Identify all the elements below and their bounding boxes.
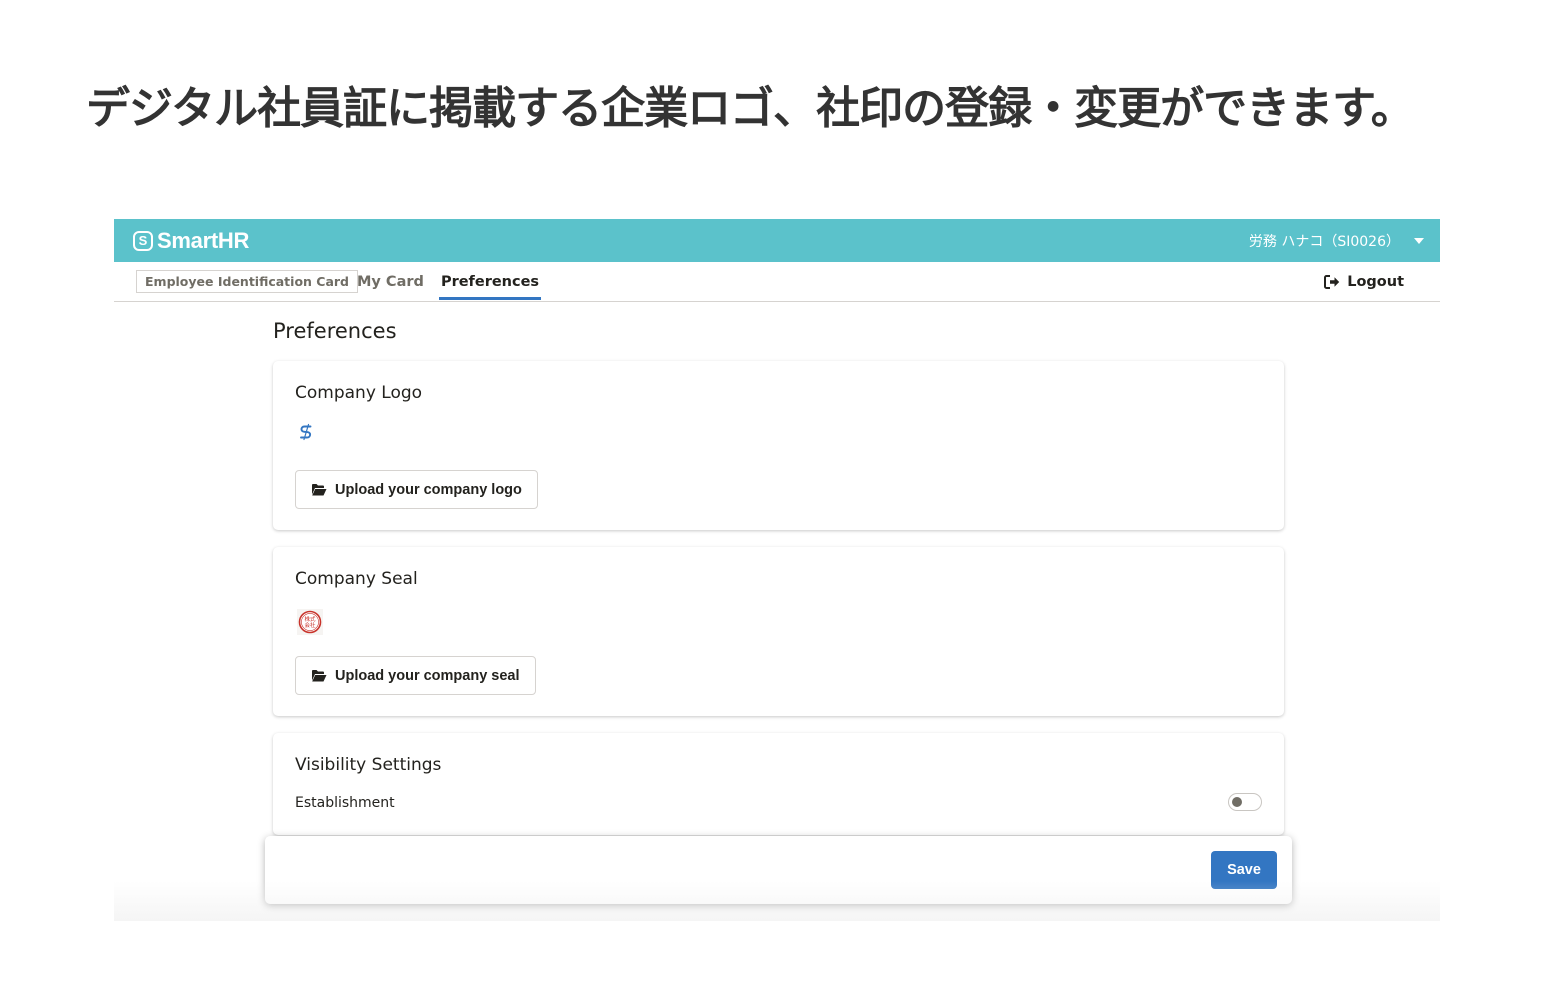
brand-logo[interactable]: S SmartHR — [133, 228, 249, 254]
logout-label: Logout — [1347, 274, 1404, 290]
seal-text-bottom: 会社 — [304, 621, 316, 629]
upload-seal-label: Upload your company seal — [335, 667, 520, 684]
upload-seal-button[interactable]: Upload your company seal — [295, 656, 536, 695]
company-logo-thumbnail — [297, 423, 315, 445]
company-logo-icon — [300, 423, 312, 441]
company-seal-icon: 株式 会社 — [297, 609, 323, 635]
upload-logo-label: Upload your company logo — [335, 481, 522, 498]
visibility-settings-panel: Visibility Settings Establishment — [273, 733, 1284, 835]
user-name: 労務 ハナコ（SI0026） — [1248, 233, 1400, 250]
visibility-settings-title: Visibility Settings — [295, 755, 442, 775]
company-seal-title: Company Seal — [295, 569, 418, 589]
company-seal-panel: Company Seal 株式 会社 Upload your company s… — [273, 547, 1284, 716]
establishment-toggle[interactable] — [1228, 793, 1262, 811]
logout-button[interactable]: Logout — [1324, 262, 1404, 302]
upload-logo-button[interactable]: Upload your company logo — [295, 470, 538, 509]
page-title: Preferences — [273, 319, 397, 343]
smarthr-logo-icon: S — [133, 230, 153, 251]
save-footer-bar: Save — [265, 836, 1292, 904]
folder-open-icon — [312, 484, 327, 496]
company-logo-panel: Company Logo Upload your company logo — [273, 361, 1284, 530]
tab-preferences[interactable]: Preferences — [439, 262, 541, 302]
user-menu[interactable]: 労務 ハナコ（SI0026） — [1249, 231, 1424, 251]
seal-text-top: 株式 — [304, 615, 316, 623]
brand-name: SmartHR — [157, 227, 250, 253]
top-header: S SmartHR 労務 ハナコ（SI0026） — [114, 219, 1440, 262]
employee-id-card-label: Employee Identification Card — [136, 270, 359, 293]
save-button[interactable]: Save — [1211, 851, 1277, 889]
tab-my-card[interactable]: My Card — [357, 262, 424, 302]
page-caption: デジタル社員証に掲載する企業ロゴ、社印の登録・変更ができます。 — [86, 83, 1415, 134]
caret-down-icon — [1414, 237, 1424, 244]
establishment-label: Establishment — [295, 795, 395, 811]
toggle-knob — [1232, 797, 1242, 807]
tab-bar: Employee Identification Card My Card Pre… — [114, 262, 1440, 302]
logout-icon — [1324, 275, 1340, 289]
company-seal-thumbnail: 株式 会社 — [297, 609, 323, 639]
app-window: S SmartHR 労務 ハナコ（SI0026） Employee Identi… — [114, 219, 1440, 921]
folder-open-icon — [312, 670, 327, 682]
company-logo-title: Company Logo — [295, 383, 423, 403]
